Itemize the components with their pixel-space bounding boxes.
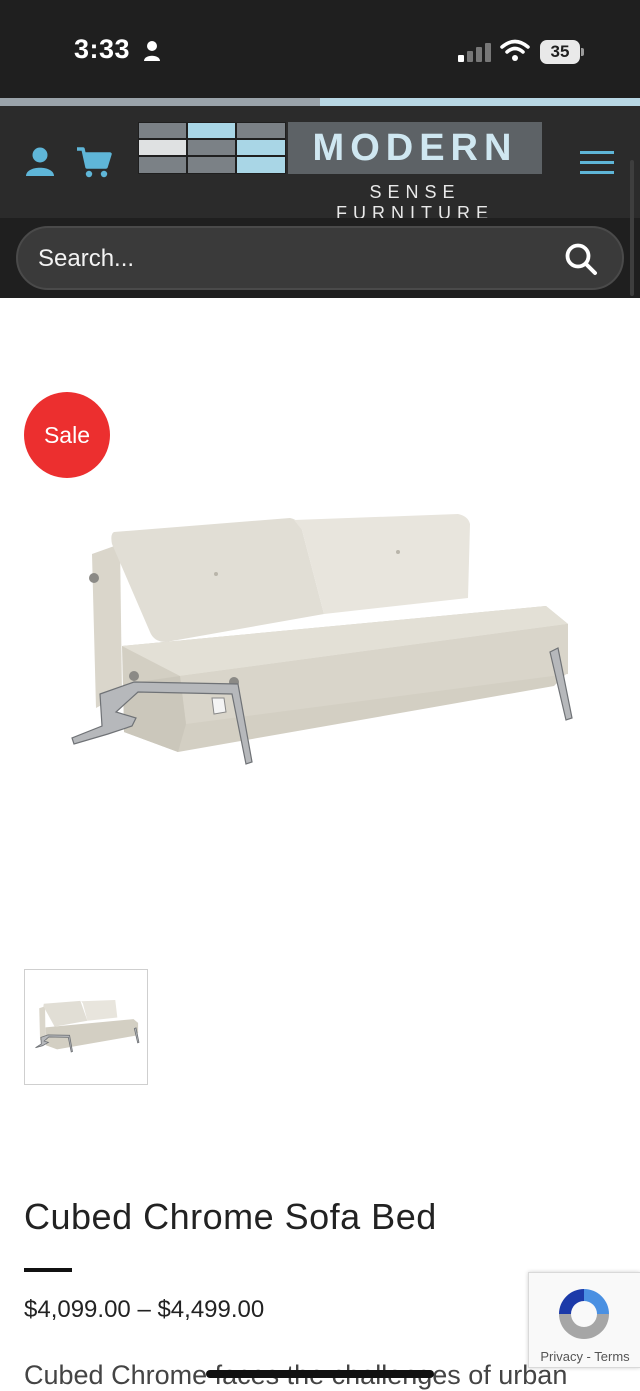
recaptcha-links[interactable]: Privacy - Terms — [529, 1349, 640, 1364]
title-divider — [24, 1268, 72, 1272]
logo-mark — [138, 122, 286, 174]
product-image[interactable] — [62, 498, 582, 790]
product-price: $4,099.00 – $4,499.00 — [24, 1296, 265, 1323]
search-placeholder: Search... — [38, 245, 135, 272]
recaptcha-badge[interactable]: Privacy - Terms — [528, 1272, 640, 1368]
signal-icon — [458, 43, 491, 62]
search-icon[interactable] — [564, 242, 598, 276]
battery-level: 35 — [550, 42, 570, 61]
sale-badge: Sale — [24, 392, 110, 478]
battery-icon: 35 — [540, 40, 584, 64]
account-icon[interactable] — [24, 146, 56, 180]
status-time: 3:33 — [74, 34, 131, 64]
site-header: MODERN SENSE FURNITURE — [0, 106, 640, 223]
recaptcha-icon — [559, 1289, 609, 1339]
search-input[interactable]: Search... — [16, 226, 624, 290]
scrollbar[interactable] — [630, 160, 634, 296]
status-bar: 3:33 35 — [0, 0, 640, 98]
product-thumbnail[interactable] — [24, 969, 148, 1085]
menu-icon[interactable] — [580, 150, 614, 176]
product-title: Cubed Chrome Sofa Bed — [24, 1196, 437, 1237]
page-load-stripe — [0, 98, 640, 106]
wifi-icon — [500, 39, 530, 61]
person-icon — [144, 41, 160, 61]
store-logo[interactable]: MODERN SENSE FURNITURE — [138, 122, 544, 223]
home-indicator[interactable] — [206, 1370, 434, 1378]
search-bar: Search... — [0, 218, 640, 298]
cart-icon[interactable] — [76, 146, 112, 180]
thumbnail-image — [35, 1000, 140, 1053]
logo-wordmark: MODERN — [288, 122, 542, 174]
